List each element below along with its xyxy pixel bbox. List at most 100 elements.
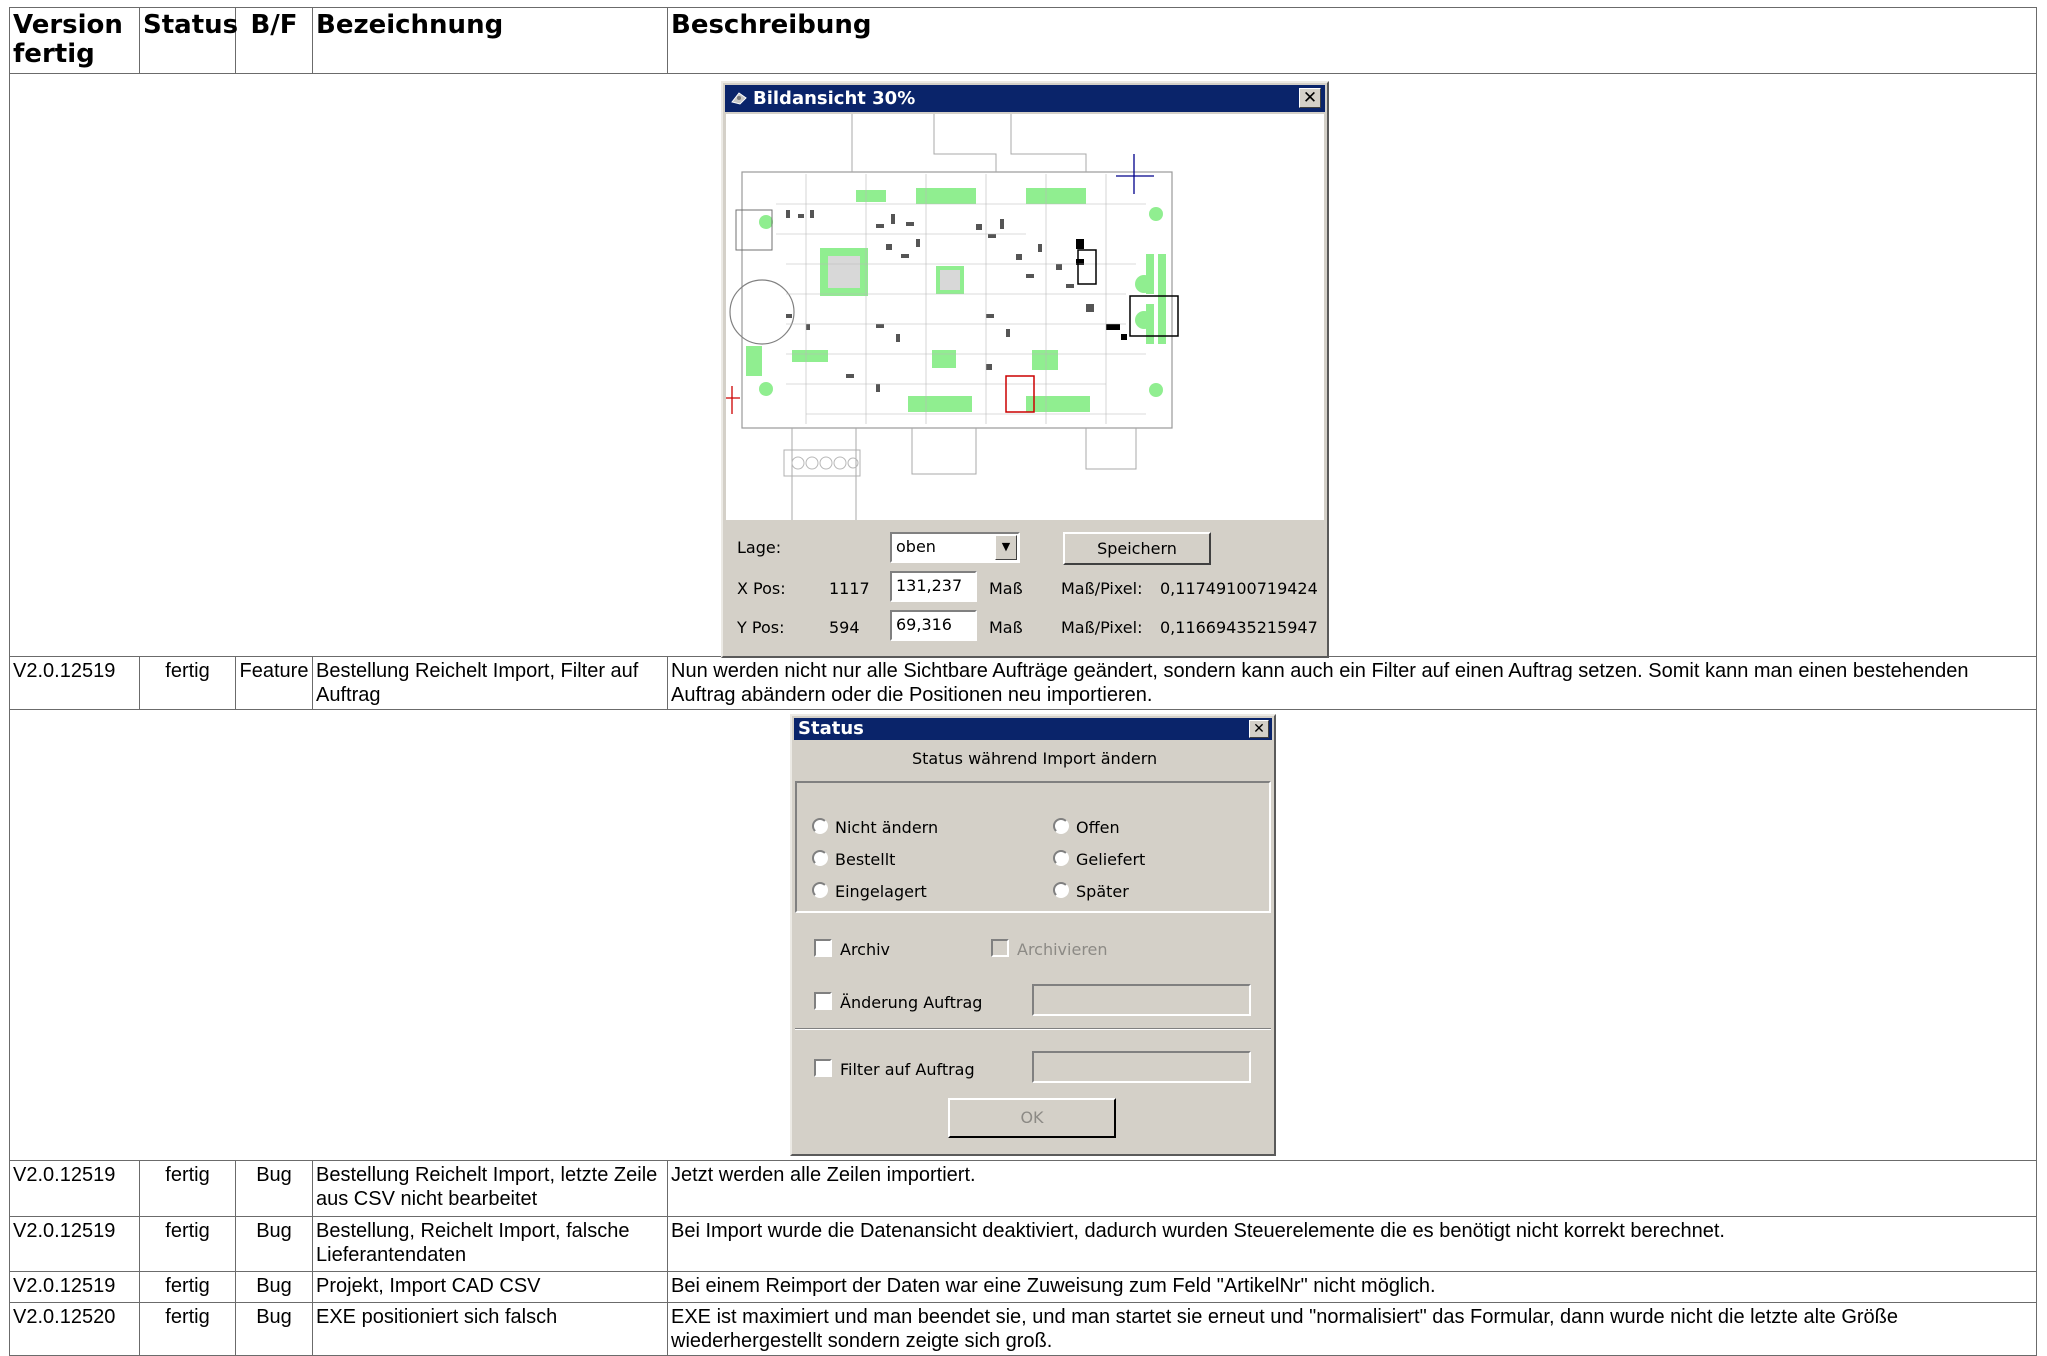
header-version: Version fertig [9,7,140,74]
ok-button-label: OK [1020,1108,1044,1127]
archiv-checkbox[interactable] [814,939,832,957]
x-scale-value: 0,11749100719424 [1160,579,1318,598]
image-row-bildansicht: Bildansicht 30% ✕ Lage: oben ▼ Speichern… [9,73,2037,658]
option-eingelagert: Eingelagert [835,882,927,901]
archiv-label: Archiv [840,940,891,959]
row-status: fertig [139,1302,236,1356]
header-row: Version fertig Status B/F Bezeichnung Be… [9,7,2037,74]
row-status: fertig [139,1160,236,1217]
row-bf: Feature [235,656,313,710]
lage-label: Lage: [737,538,782,557]
chevron-down-icon[interactable]: ▼ [995,535,1017,560]
x-pos-value: 131,237 [896,576,963,595]
row-beschreibung: Jetzt werden alle Zeilen importiert. [667,1160,2037,1217]
bildansicht-titlebar: Bildansicht 30% ✕ [725,85,1325,112]
image-cell-status: Status ✕ Status während Import ändern Ni… [9,709,2037,1161]
radio-spaeter[interactable] [1053,882,1069,898]
save-button[interactable]: Speichern [1063,532,1211,565]
filter-auftrag-input[interactable] [1032,1051,1251,1083]
row-bezeichnung: Bestellung Reichelt Import, Filter auf A… [312,656,668,710]
row-version: V2.0.12519 [9,1160,140,1217]
row-beschreibung: Nun werden nicht nur alle Sichtbare Auft… [667,656,2037,710]
y-pos-value: 69,316 [896,615,952,634]
pcb-drawing [726,114,1179,520]
aenderung-auftrag-label: Änderung Auftrag [840,993,983,1012]
y-pixel-value: 594 [829,618,860,637]
status-close-button[interactable]: ✕ [1249,720,1269,738]
app-icon [731,92,747,105]
bildansicht-window: Bildansicht 30% ✕ Lage: oben ▼ Speichern… [721,81,1329,658]
y-scale-value: 0,11669435215947 [1160,618,1318,637]
image-row-status: Status ✕ Status während Import ändern Ni… [9,709,2037,1161]
filter-auftrag-label: Filter auf Auftrag [840,1060,975,1079]
option-geliefert: Geliefert [1076,850,1146,869]
close-button[interactable]: ✕ [1299,88,1321,108]
lage-select[interactable]: oben ▼ [890,532,1020,563]
image-cell-bildansicht: Bildansicht 30% ✕ Lage: oben ▼ Speichern… [9,73,2037,658]
status-titlebar: Status ✕ [794,718,1272,740]
changelog-table: Version fertig Status B/F Bezeichnung Be… [9,7,2037,1356]
radio-bestellt[interactable] [812,850,828,866]
close-icon: ✕ [1253,721,1265,737]
row-status: fertig [139,1271,236,1303]
x-pixel-value: 1117 [829,579,870,598]
bildansicht-title: Bildansicht 30% [753,88,916,109]
filter-auftrag-checkbox[interactable] [814,1059,832,1077]
x-scale-label: Maß/Pixel: [1061,579,1143,598]
row-beschreibung: Bei einem Reimport der Daten war eine Zu… [667,1271,2037,1303]
row-beschreibung: EXE ist maximiert und man beendet sie, u… [667,1302,2037,1356]
y-scale-label: Maß/Pixel: [1061,618,1143,637]
status-dialog: Status ✕ Status während Import ändern Ni… [790,714,1276,1156]
save-button-label: Speichern [1097,539,1177,558]
y-pos-label: Y Pos: [737,618,785,637]
header-bezeichnung: Bezeichnung [312,7,668,74]
row-version: V2.0.12519 [9,656,140,710]
row-status: fertig [139,1216,236,1272]
table-row: V2.0.12519 fertig Bug Bestellung, Reiche… [9,1216,2037,1272]
option-spaeter: Später [1076,882,1129,901]
pcb-image[interactable] [726,114,1324,520]
table-row: V2.0.12519 fertig Bug Projekt, Import CA… [9,1271,2037,1303]
archivieren-checkbox [991,939,1009,957]
row-bezeichnung: EXE positioniert sich falsch [312,1302,668,1356]
lage-value: oben [896,537,936,556]
x-pos-field[interactable]: 131,237 [890,571,977,602]
row-bezeichnung: Bestellung Reichelt Import, letzte Zeile… [312,1160,668,1217]
row-beschreibung: Bei Import wurde die Datenansicht deakti… [667,1216,2037,1272]
option-nicht-aendern: Nicht ändern [835,818,939,837]
row-bf: Bug [235,1160,313,1217]
close-icon: ✕ [1302,88,1318,108]
row-version: V2.0.12519 [9,1216,140,1272]
row-version: V2.0.12519 [9,1271,140,1303]
status-subtitle: Status während Import ändern [912,749,1158,768]
x-unit-label: Maß [989,579,1023,598]
row-version: V2.0.12520 [9,1302,140,1356]
ok-button[interactable]: OK [948,1098,1116,1138]
archivieren-label: Archivieren [1017,940,1108,959]
aenderung-auftrag-input[interactable] [1032,984,1251,1016]
row-status: fertig [139,656,236,710]
radio-eingelagert[interactable] [812,882,828,898]
status-title: Status [798,718,864,739]
radio-nicht-aendern[interactable] [812,818,828,834]
option-offen: Offen [1076,818,1120,837]
divider [795,1028,1271,1030]
x-pos-label: X Pos: [737,579,786,598]
y-pos-field[interactable]: 69,316 [890,610,977,641]
y-unit-label: Maß [989,618,1023,637]
table-row: V2.0.12519 fertig Feature Bestellung Rei… [9,656,2037,710]
radio-offen[interactable] [1053,818,1069,834]
header-status: Status [139,7,238,74]
table-row: V2.0.12519 fertig Bug Bestellung Reichel… [9,1160,2037,1217]
header-bf: B/F [235,7,313,74]
row-bf: Bug [235,1302,313,1356]
table-row: V2.0.12520 fertig Bug EXE positioniert s… [9,1302,2037,1356]
row-bezeichnung: Projekt, Import CAD CSV [312,1271,668,1303]
option-bestellt: Bestellt [835,850,896,869]
radio-geliefert[interactable] [1053,850,1069,866]
aenderung-auftrag-checkbox[interactable] [814,992,832,1010]
status-option-group: Nicht ändern Offen Bestellt Geliefert Ei… [795,781,1271,913]
row-bf: Bug [235,1216,313,1272]
row-bezeichnung: Bestellung, Reichelt Import, falsche Lie… [312,1216,668,1272]
row-bf: Bug [235,1271,313,1303]
